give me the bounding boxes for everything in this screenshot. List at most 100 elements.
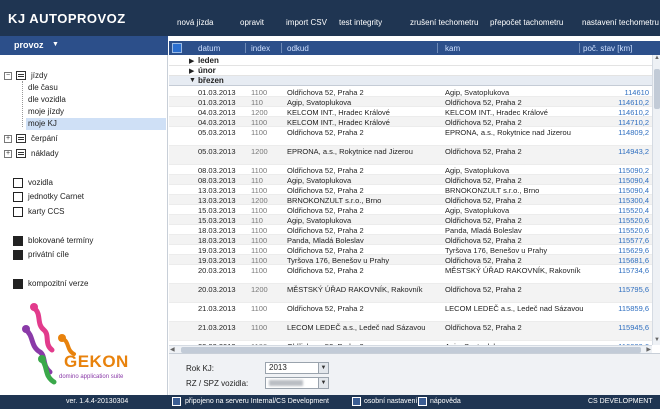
menu-prepocet-tachometru[interactable]: přepočet tachometru (490, 18, 563, 27)
table-row[interactable]: 05.03.2013 1200 EPRONA, a.s., Rokytnice na… (169, 146, 652, 165)
cell-kam: LECOM LEDEČ a.s., Ledeč nad Sázavou (445, 304, 584, 313)
scroll-right-icon[interactable]: ▶ (646, 346, 651, 353)
cell-index: 1100 (251, 323, 268, 332)
nav-privatni-cile[interactable]: privátní cíle (13, 250, 69, 260)
table-row[interactable]: 01.03.2013 1100 Oldřichova 52, Praha 2 Agip… (169, 87, 652, 97)
rok-select[interactable]: 2013 ▼ (265, 362, 329, 374)
cell-index: 1100 (251, 256, 268, 265)
table-row[interactable]: 18.03.2013 1100 Panda, Mladá Boleslav Oldři… (169, 235, 652, 245)
cell-kam: KELCOM INT., Hradec Králové (445, 108, 548, 117)
column-header-index[interactable]: index (251, 44, 270, 53)
cell-odkud: Oldřichova 52, Praha 2 (287, 88, 364, 97)
tree-item-moje-jizdy[interactable]: moje jízdy (28, 106, 64, 118)
cell-index: 1200 (251, 108, 268, 117)
cell-kam: Agip, Svatoplukova (445, 206, 510, 215)
tree-item-jizdy[interactable]: − jízdy (4, 70, 154, 82)
tree-item-moje-kj[interactable]: moje KJ (26, 118, 166, 130)
month-label: březen (198, 76, 224, 85)
settings-link[interactable]: osobní nastavení (364, 398, 417, 405)
cell-index: 1100 (251, 128, 268, 137)
menu-nastaveni-techometru[interactable]: nastavení techometru (582, 18, 659, 27)
cell-datum: 19.03.2013 (198, 246, 236, 255)
table-row[interactable]: 20.03.2013 1200 MĚSTSKÝ ÚŘAD RAKOVNÍK, Rak… (169, 284, 652, 303)
tree-item-cerpani[interactable]: + čerpání (4, 133, 154, 145)
table-row[interactable]: 18.03.2013 1100 Oldřichova 52, Praha 2 Pand… (169, 225, 652, 235)
menu-import-csv[interactable]: import CSV (286, 18, 327, 27)
table-row[interactable]: 20.03.2013 1100 Oldřichova 52, Praha 2 MĚST… (169, 265, 652, 284)
table-row[interactable]: 01.03.2013 110 Agip, Svatoplukova Oldřichov… (169, 97, 652, 107)
chevron-down-icon: ▼ (52, 41, 59, 48)
collapse-icon[interactable]: ▼ (189, 77, 196, 84)
table-row[interactable]: 08.03.2013 1100 Oldřichova 52, Praha 2 Agip… (169, 165, 652, 175)
cell-stav: 115577,6 (618, 236, 649, 245)
month-group-brezen[interactable]: ▼ březen (169, 76, 652, 86)
expand-icon[interactable]: + (4, 135, 12, 143)
horizontal-scrollbar[interactable]: ◀ ▶ (169, 345, 652, 353)
rz-select[interactable]: ▼ (265, 377, 329, 389)
table-row[interactable]: 15.03.2013 1100 Oldřichova 52, Praha 2 Agip… (169, 205, 652, 215)
rok-value: 2013 (269, 363, 287, 372)
tree-item-naklady[interactable]: + náklady (4, 148, 154, 160)
cell-index: 1200 (251, 196, 268, 205)
table-row[interactable]: 05.03.2013 1100 Oldřichova 52, Praha 2 EPRO… (169, 127, 652, 146)
column-header-odkud[interactable]: odkud (287, 44, 309, 53)
table-row[interactable]: 19.03.2013 1100 Tyršova 176, Benešov u Pra… (169, 255, 652, 265)
table-row[interactable]: 21.03.2013 1100 Oldřichova 52, Praha 2 LECO… (169, 303, 652, 322)
cell-datum: 01.03.2013 (198, 98, 236, 107)
cell-datum: 08.03.2013 (198, 176, 236, 185)
menu-test-integrity[interactable]: test integrity (339, 18, 382, 27)
left-panel: − jízdy dle času dle vozidla moje jízdy … (0, 55, 168, 395)
cell-kam: Oldřichova 52, Praha 2 (445, 98, 522, 107)
expand-icon[interactable]: + (4, 150, 12, 158)
nav-vozidla[interactable]: vozidla (13, 178, 53, 188)
cell-stav: 115734,6 (618, 266, 649, 275)
scroll-down-icon[interactable]: ▼ (653, 337, 660, 345)
cell-datum: 20.03.2013 (198, 266, 236, 275)
nav-karty-ccs[interactable]: karty CCS (13, 207, 64, 217)
column-separator (245, 43, 246, 53)
collapse-icon[interactable]: − (4, 72, 12, 80)
column-header-kam[interactable]: kam (445, 44, 460, 53)
table-row[interactable]: 13.03.2013 1100 Oldřichova 52, Praha 2 BRNO… (169, 185, 652, 195)
tree-item-dle-vozidla[interactable]: dle vozidla (28, 94, 66, 106)
table-row[interactable]: 04.03.2013 1200 KELCOM INT., Hradec Králov… (169, 107, 652, 117)
cell-stav: 114943,2 (618, 147, 649, 156)
car-icon (13, 178, 23, 188)
table-row[interactable]: 04.03.2013 1100 KELCOM INT., Hradec Králov… (169, 117, 652, 127)
nav-blokovane-terminy[interactable]: blokované termíny (13, 236, 93, 246)
month-group-leden[interactable]: ▶ leden (169, 56, 652, 66)
expand-icon[interactable]: ▶ (189, 57, 194, 65)
column-header-stav[interactable]: poč. stav [km] (583, 44, 632, 53)
table-row[interactable]: 19.03.2013 1100 Oldřichova 52, Praha 2 Tyrš… (169, 245, 652, 255)
nav-kompozitni-verze[interactable]: kompozitní verze (13, 279, 88, 289)
scroll-up-icon[interactable]: ▲ (653, 55, 660, 63)
tree-item-dle-casu[interactable]: dle času (28, 82, 58, 94)
vertical-scrollbar[interactable]: ▲ ▼ (652, 55, 660, 345)
menu-nova-jizda[interactable]: nová jízda (177, 18, 213, 27)
table-row[interactable]: 08.03.2013 110 Agip, Svatoplukova Oldřichov… (169, 175, 652, 185)
column-chooser-icon[interactable] (172, 43, 182, 53)
cell-kam: Agip, Svatoplukova (445, 166, 510, 175)
tree-item-label: náklady (31, 149, 59, 158)
expand-icon[interactable]: ▶ (189, 67, 194, 75)
cell-index: 1100 (251, 206, 268, 215)
cell-kam: Oldřichova 52, Praha 2 (445, 256, 522, 265)
scroll-left-icon[interactable]: ◀ (170, 346, 175, 353)
scroll-thumb[interactable] (654, 69, 660, 109)
month-group-unor[interactable]: ▶ únor (169, 66, 652, 76)
cell-kam: Panda, Mladá Boleslav (445, 226, 522, 235)
column-separator (579, 43, 580, 53)
cell-index: 1200 (251, 147, 268, 156)
column-header-datum[interactable]: datum (198, 44, 220, 53)
chevron-down-icon: ▼ (318, 363, 328, 373)
connection-status: připojeno na serveru Internal/CS Develop… (185, 398, 329, 405)
section-selector[interactable]: provoz ▼ (0, 36, 168, 55)
cell-stav: 114610,2 (618, 108, 649, 117)
nav-jednotky-carnet[interactable]: jednotky Carnet (13, 192, 84, 202)
table-row[interactable]: 21.03.2013 1100 LECOM LEDEČ a.s., Ledeč na… (169, 322, 652, 341)
table-row[interactable]: 15.03.2013 110 Agip, Svatoplukova Oldřichov… (169, 215, 652, 225)
help-link[interactable]: nápověda (430, 398, 461, 405)
table-row[interactable]: 13.03.2013 1200 BRNOKONZULT s.r.o., Brno Ol… (169, 195, 652, 205)
menu-opravit[interactable]: opravit (240, 18, 264, 27)
menu-zruseni-techometru[interactable]: zrušení techometru (410, 18, 478, 27)
